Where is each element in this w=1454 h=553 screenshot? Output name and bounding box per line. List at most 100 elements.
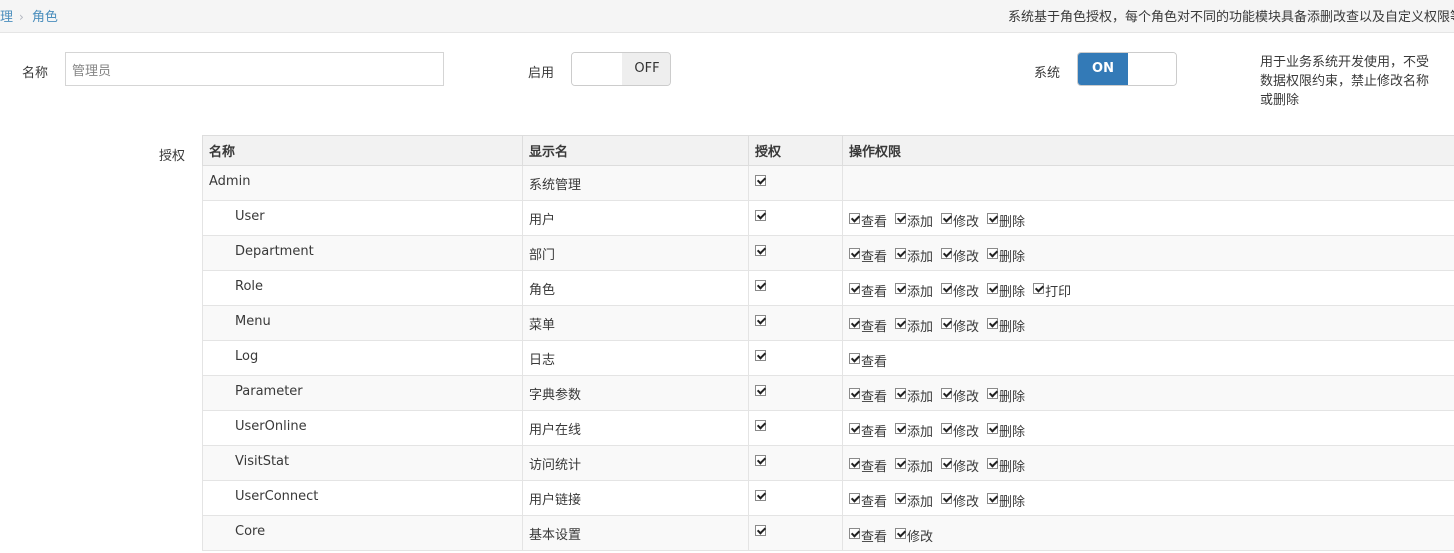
op-permission[interactable]: 删除 <box>987 382 1025 405</box>
ops-cell: 查看 <box>842 340 1454 376</box>
op-checkbox[interactable] <box>849 492 860 504</box>
auth-checkbox[interactable] <box>755 280 766 291</box>
op-permission[interactable]: 修改 <box>941 417 979 440</box>
op-permission[interactable]: 修改 <box>941 312 979 335</box>
op-checkbox[interactable] <box>987 317 999 329</box>
op-checkbox[interactable] <box>1033 282 1045 294</box>
table-row: Log 日志 查看 <box>202 340 1454 376</box>
op-checkbox[interactable] <box>895 457 907 469</box>
module-name: VisitStat <box>202 445 523 481</box>
op-permission[interactable]: 添加 <box>895 417 933 440</box>
module-name: Parameter <box>202 375 523 411</box>
breadcrumb-current[interactable]: 角色 <box>32 10 58 25</box>
op-permission[interactable]: 查看 <box>849 382 887 405</box>
op-checkbox[interactable] <box>849 387 860 399</box>
auth-checkbox[interactable] <box>755 455 766 466</box>
op-label: 查看 <box>861 249 888 265</box>
op-permission[interactable]: 删除 <box>987 242 1025 265</box>
module-display-name: 基本设置 <box>522 515 749 551</box>
op-checkbox[interactable] <box>895 387 907 399</box>
op-permission[interactable]: 打印 <box>1033 277 1071 300</box>
op-checkbox[interactable] <box>941 457 953 469</box>
op-checkbox[interactable] <box>849 527 860 539</box>
op-checkbox[interactable] <box>849 457 860 469</box>
auth-checkbox[interactable] <box>755 315 766 326</box>
op-permission[interactable]: 添加 <box>895 277 933 300</box>
op-checkbox[interactable] <box>941 422 953 434</box>
name-label: 名称 <box>22 66 49 81</box>
op-checkbox[interactable] <box>941 247 953 259</box>
op-checkbox[interactable] <box>895 212 907 224</box>
op-checkbox[interactable] <box>987 492 999 504</box>
op-checkbox[interactable] <box>987 457 999 469</box>
op-permission[interactable]: 添加 <box>895 207 933 230</box>
auth-checkbox[interactable] <box>755 525 766 536</box>
op-permission[interactable]: 添加 <box>895 452 933 475</box>
op-permission[interactable]: 添加 <box>895 312 933 335</box>
op-permission[interactable]: 查看 <box>849 347 887 370</box>
op-permission[interactable]: 添加 <box>895 242 933 265</box>
op-checkbox[interactable] <box>987 387 999 399</box>
op-permission[interactable]: 删除 <box>987 452 1025 475</box>
op-checkbox[interactable] <box>895 527 907 539</box>
op-checkbox[interactable] <box>895 282 907 294</box>
auth-checkbox[interactable] <box>755 490 766 501</box>
op-checkbox[interactable] <box>987 212 999 224</box>
op-checkbox[interactable] <box>849 247 860 259</box>
op-checkbox[interactable] <box>895 247 907 259</box>
op-permission[interactable]: 查看 <box>849 417 887 440</box>
name-input[interactable] <box>65 52 444 86</box>
op-checkbox[interactable] <box>895 317 907 329</box>
op-permission[interactable]: 修改 <box>895 522 933 545</box>
op-permission[interactable]: 添加 <box>895 382 933 405</box>
op-permission[interactable]: 删除 <box>987 417 1025 440</box>
op-checkbox[interactable] <box>849 422 860 434</box>
op-checkbox[interactable] <box>941 387 953 399</box>
op-permission[interactable]: 修改 <box>941 452 979 475</box>
op-label: 删除 <box>999 424 1026 440</box>
op-permission[interactable]: 删除 <box>987 312 1025 335</box>
breadcrumb-parent-link[interactable]: 理 <box>0 10 13 25</box>
system-switch[interactable]: ON <box>1077 52 1177 86</box>
op-permission[interactable]: 查看 <box>849 452 887 475</box>
auth-checkbox[interactable] <box>755 245 766 256</box>
op-checkbox[interactable] <box>987 247 999 259</box>
op-checkbox[interactable] <box>849 282 860 294</box>
op-checkbox[interactable] <box>895 422 907 434</box>
enable-switch[interactable]: OFF <box>571 52 671 86</box>
auth-checkbox[interactable] <box>755 420 766 431</box>
op-label: 修改 <box>953 389 980 405</box>
auth-checkbox[interactable] <box>755 210 766 221</box>
op-permission[interactable]: 删除 <box>987 277 1025 300</box>
op-checkbox[interactable] <box>849 317 860 329</box>
auth-checkbox[interactable] <box>755 350 766 361</box>
op-checkbox[interactable] <box>941 282 953 294</box>
op-permission[interactable]: 删除 <box>987 487 1025 510</box>
auth-checkbox[interactable] <box>755 385 766 396</box>
op-checkbox[interactable] <box>941 492 953 504</box>
op-checkbox[interactable] <box>895 492 907 504</box>
op-checkbox[interactable] <box>987 422 999 434</box>
op-permission[interactable]: 查看 <box>849 277 887 300</box>
op-permission[interactable]: 修改 <box>941 242 979 265</box>
op-permission[interactable]: 修改 <box>941 277 979 300</box>
op-checkbox[interactable] <box>941 212 953 224</box>
op-permission[interactable]: 查看 <box>849 312 887 335</box>
op-label: 查看 <box>861 494 888 510</box>
table-row: Department 部门 查看 添加 修改 删除 <box>202 235 1454 271</box>
op-checkbox[interactable] <box>987 282 999 294</box>
op-checkbox[interactable] <box>849 212 860 224</box>
table-row: Admin 系统管理 <box>202 165 1454 201</box>
op-permission[interactable]: 删除 <box>987 207 1025 230</box>
op-permission[interactable]: 查看 <box>849 487 887 510</box>
auth-checkbox[interactable] <box>755 175 766 186</box>
op-permission[interactable]: 修改 <box>941 382 979 405</box>
op-permission[interactable]: 查看 <box>849 242 887 265</box>
op-permission[interactable]: 修改 <box>941 487 979 510</box>
op-permission[interactable]: 查看 <box>849 522 887 545</box>
op-permission[interactable]: 修改 <box>941 207 979 230</box>
op-permission[interactable]: 添加 <box>895 487 933 510</box>
op-permission[interactable]: 查看 <box>849 207 887 230</box>
op-checkbox[interactable] <box>849 352 860 364</box>
op-checkbox[interactable] <box>941 317 953 329</box>
